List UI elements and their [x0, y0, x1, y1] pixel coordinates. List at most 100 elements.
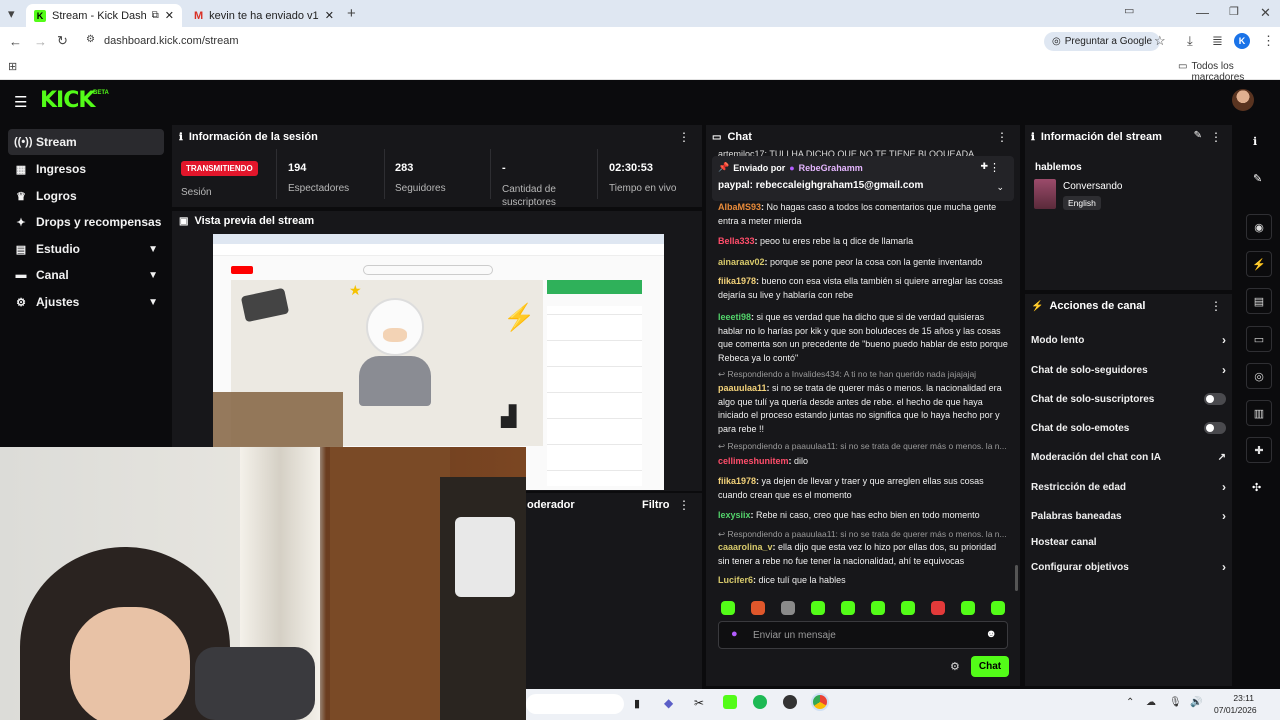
channel-action-item[interactable]: Configurar objetivos ›: [1031, 557, 1226, 577]
rail-bolt-icon[interactable]: ⚡: [1246, 251, 1272, 277]
channel-action-item[interactable]: Chat de solo-seguidores ›: [1031, 360, 1226, 380]
sidebar-item-ajustes[interactable]: ⚙ Ajustes ▼: [8, 289, 164, 315]
chat-username[interactable]: fiika1978: [718, 276, 756, 286]
tab-gmail[interactable]: M kevin te ha enviado v14044g50 ✕: [186, 4, 342, 27]
bookmark-star-icon[interactable]: ☆: [1154, 33, 1166, 49]
rail-tools-icon[interactable]: ✚: [1246, 437, 1272, 463]
picture-in-picture-icon[interactable]: ⧉: [152, 10, 159, 21]
sidebar-item-logros[interactable]: ♛ Logros: [8, 183, 164, 209]
sidebar-item-stream[interactable]: ((•)) Stream: [8, 129, 164, 155]
emote-icon[interactable]: [871, 601, 885, 615]
rail-camera-icon[interactable]: ◉: [1246, 214, 1272, 240]
chrome-menu-icon[interactable]: ⋮: [1262, 33, 1275, 49]
rail-chat-icon[interactable]: ▭: [1246, 326, 1272, 352]
tab-search-icon[interactable]: ≣: [1212, 33, 1223, 49]
chat-scrollbar[interactable]: [1015, 565, 1018, 591]
profile-avatar[interactable]: K: [1234, 33, 1250, 49]
info-circle-icon[interactable]: ℹ: [1253, 135, 1257, 148]
chat-input[interactable]: ● Enviar un mensaje ☻: [718, 621, 1008, 649]
kick-logo[interactable]: KICK: [40, 88, 95, 113]
channel-action-item[interactable]: Palabras baneadas ›: [1031, 506, 1226, 526]
panel-menu-icon[interactable]: ⋮: [996, 130, 1008, 144]
panel-menu-icon[interactable]: ⋮: [678, 498, 690, 512]
emote-icon[interactable]: [781, 601, 795, 615]
panel-menu-icon[interactable]: ⋮: [1210, 130, 1222, 144]
chat-username[interactable]: AlbaMS93: [718, 202, 761, 212]
category-name[interactable]: Conversando: [1063, 181, 1122, 192]
rail-extensions-icon[interactable]: ✣: [1252, 481, 1261, 494]
channel-action-item[interactable]: Moderación del chat con IA ↗: [1031, 447, 1226, 467]
chat-username[interactable]: lexysiix: [718, 510, 751, 520]
clock-time[interactable]: 23:11: [1214, 693, 1254, 703]
chat-username[interactable]: cellimeshunitem: [718, 456, 789, 466]
tab-list-icon[interactable]: ▾: [8, 6, 15, 22]
channel-action-item[interactable]: Hostear canal: [1031, 532, 1226, 552]
omnibox[interactable]: ⚙ dashboard.kick.com/stream: [80, 30, 1180, 53]
downloads-icon[interactable]: ⤓: [1187, 33, 1193, 49]
sidebar-item-ingresos[interactable]: ▦ Ingresos: [8, 156, 164, 182]
channel-action-item[interactable]: Chat de solo-suscriptores: [1031, 389, 1226, 409]
emote-icon[interactable]: [961, 601, 975, 615]
tray-chevron-icon[interactable]: ⌃: [1126, 697, 1134, 708]
mic-icon[interactable]: ●: [731, 628, 738, 640]
emote-icon[interactable]: [901, 601, 915, 615]
toggle-switch[interactable]: [1204, 422, 1226, 434]
sidebar-item-estudio[interactable]: ▤ Estudio ▼: [8, 236, 164, 262]
emote-icon[interactable]: [721, 601, 735, 615]
emoji-icon[interactable]: ☻: [985, 628, 997, 640]
chat-username[interactable]: Bella333: [718, 236, 755, 246]
tray-volume-icon[interactable]: 🔊: [1190, 697, 1202, 708]
site-info-icon[interactable]: ⚙: [86, 34, 95, 45]
rail-server-icon[interactable]: ▥: [1246, 400, 1272, 426]
obs-icon[interactable]: [783, 695, 797, 709]
chrome-icon[interactable]: [811, 693, 829, 711]
new-tab-icon[interactable]: +: [347, 5, 356, 22]
chat-settings-icon[interactable]: ⚙: [950, 660, 960, 673]
unpin-icon[interactable]: ✚: [980, 161, 988, 172]
send-chat-button[interactable]: Chat: [971, 656, 1009, 677]
apps-grid-icon[interactable]: ⊞: [8, 60, 17, 73]
close-window-icon[interactable]: ✕: [1260, 5, 1271, 21]
filter-button[interactable]: Filtro: [642, 499, 670, 511]
rail-list-icon[interactable]: ▤: [1246, 288, 1272, 314]
sidebar-item-drops[interactable]: ✦ Drops y recompensas: [8, 209, 164, 235]
kick-app-icon[interactable]: [723, 695, 737, 709]
chat-username[interactable]: leeeti98: [718, 312, 751, 322]
spotify-icon[interactable]: [753, 695, 767, 709]
sidebar-item-canal[interactable]: ▬ Canal ▼: [8, 262, 164, 288]
chat-username[interactable]: Lucifer6: [718, 575, 753, 585]
chat-username[interactable]: paauulaa11: [718, 383, 767, 393]
back-icon[interactable]: ←: [9, 34, 22, 49]
close-tab-icon[interactable]: ✕: [165, 9, 174, 22]
cast-icon[interactable]: ▭: [1124, 4, 1134, 17]
capcut-icon[interactable]: ✂: [694, 696, 704, 710]
panel-menu-icon[interactable]: ⋮: [678, 130, 690, 144]
emote-icon[interactable]: [811, 601, 825, 615]
maximize-icon[interactable]: ❐: [1229, 5, 1239, 18]
emote-icon[interactable]: [991, 601, 1005, 615]
chat-username[interactable]: ainaraav02: [718, 257, 765, 267]
forward-icon[interactable]: →: [34, 34, 47, 49]
taskbar-search[interactable]: [526, 694, 624, 714]
emote-icon[interactable]: [931, 601, 945, 615]
minimize-icon[interactable]: —: [1196, 5, 1209, 20]
tab-kick-dashboard[interactable]: K Stream - Kick Dashboard ⧉ ✕: [26, 4, 182, 27]
tray-mic-icon[interactable]: 🎙: [1169, 697, 1182, 708]
tray-cloud-icon[interactable]: ☁: [1146, 697, 1156, 708]
rail-broadcast-icon[interactable]: ◎: [1246, 363, 1272, 389]
clock-date[interactable]: 07/01/2026: [1214, 705, 1257, 715]
task-view-icon[interactable]: ▮: [634, 697, 640, 710]
chat-username[interactable]: fiika1978: [718, 476, 756, 486]
close-tab-icon[interactable]: ✕: [325, 9, 334, 22]
channel-action-item[interactable]: Restricción de edad ›: [1031, 477, 1226, 497]
reload-icon[interactable]: ↻: [57, 33, 68, 49]
teams-icon[interactable]: ◆: [664, 696, 673, 710]
pinned-menu-icon[interactable]: ⋮: [989, 161, 1000, 174]
chat-username[interactable]: caaarolina_v: [718, 542, 773, 552]
panel-menu-icon[interactable]: ⋮: [1210, 299, 1222, 313]
toggle-switch[interactable]: [1204, 393, 1226, 405]
edit-icon[interactable]: ✎: [1253, 172, 1262, 185]
channel-action-item[interactable]: Modo lento ›: [1031, 330, 1226, 350]
emote-icon[interactable]: [751, 601, 765, 615]
ask-google-button[interactable]: ◎ Preguntar a Google: [1044, 32, 1161, 51]
